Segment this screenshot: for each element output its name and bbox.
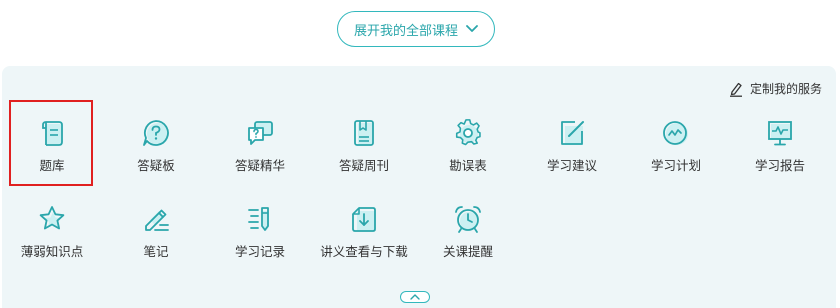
collapse-button[interactable] [400, 291, 430, 303]
scroll-icon [42, 121, 63, 146]
pen-note-icon [145, 209, 169, 231]
customize-service-label: 定制我的服务 [749, 82, 822, 96]
tile-qa-board[interactable]: 答疑板 [104, 118, 208, 178]
services-panel [2, 66, 836, 308]
tile-qa-weekly[interactable]: 答疑周刊 [312, 118, 416, 178]
pulse-circle-icon [663, 121, 688, 145]
tile-course-close-reminder[interactable]: 关课提醒 [416, 204, 520, 264]
list-pen-icon [248, 207, 269, 231]
tile-question-bank[interactable]: 题库 [0, 118, 104, 178]
chart-board-icon [768, 121, 792, 146]
tile-label: 学习记录 [234, 244, 285, 259]
customize-service-link[interactable]: 定制我的服务 [729, 80, 822, 97]
tile-qa-highlights[interactable]: 答疑精华 [208, 118, 312, 178]
tile-label: 讲义查看与下载 [320, 244, 408, 259]
tile-label: 题库 [39, 158, 65, 173]
star-icon [39, 206, 65, 230]
tile-label: 答疑精华 [234, 158, 285, 173]
tile-study-report[interactable]: 学习报告 [728, 118, 832, 178]
pencil-box-icon [561, 121, 584, 145]
tile-label: 笔记 [143, 244, 169, 259]
chat-question-icon [248, 121, 273, 145]
download-doc-icon [352, 207, 376, 232]
tile-handout-download[interactable]: 讲义查看与下载 [312, 204, 416, 264]
tile-label: 关课提醒 [442, 244, 493, 259]
tile-study-advice[interactable]: 学习建议 [520, 118, 624, 178]
tile-label: 勘误表 [449, 158, 487, 173]
expand-all-courses-button[interactable]: 展开我的全部课程 [337, 11, 495, 47]
tile-weak-points[interactable]: 薄弱知识点 [0, 204, 104, 264]
edit-icon [729, 82, 742, 97]
chevron-down-icon [466, 25, 478, 32]
tile-label: 薄弱知识点 [20, 244, 84, 259]
tile-label: 学习计划 [650, 158, 701, 173]
bookmark-book-icon [354, 120, 374, 146]
tile-errata[interactable]: 勘误表 [416, 118, 520, 178]
gear-icon [455, 119, 481, 146]
tile-label: 答疑板 [137, 158, 175, 173]
chevron-up-icon [410, 294, 420, 300]
question-bubble-icon [143, 120, 169, 146]
tile-label: 答疑周刊 [338, 158, 389, 173]
tile-label: 学习报告 [754, 158, 805, 173]
tile-study-plan[interactable]: 学习计划 [624, 118, 728, 178]
tile-notes[interactable]: 笔记 [104, 204, 208, 264]
tile-label: 学习建议 [546, 158, 597, 173]
tile-study-record[interactable]: 学习记录 [208, 204, 312, 264]
alarm-clock-icon [455, 206, 481, 233]
expand-button-label: 展开我的全部课程 [353, 23, 458, 39]
